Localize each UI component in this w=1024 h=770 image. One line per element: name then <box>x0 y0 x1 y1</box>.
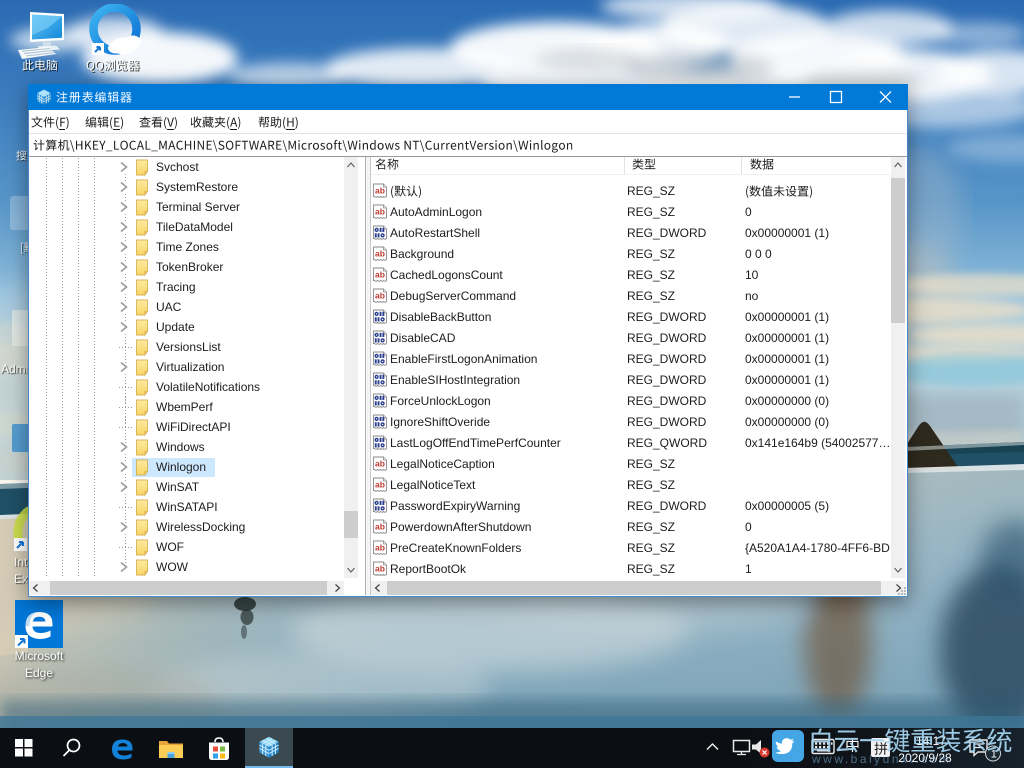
svg-text:ab: ab <box>375 543 385 553</box>
svg-text:ab: ab <box>375 522 385 532</box>
svg-text:ab: ab <box>375 270 385 280</box>
svg-text:ab: ab <box>375 480 385 490</box>
svg-text:ab: ab <box>375 249 385 259</box>
svg-text:ab: ab <box>375 564 385 574</box>
svg-text:ab: ab <box>375 207 385 217</box>
svg-text:ab: ab <box>375 459 385 469</box>
svg-text:ab: ab <box>375 186 385 196</box>
svg-text:ab: ab <box>375 291 385 301</box>
